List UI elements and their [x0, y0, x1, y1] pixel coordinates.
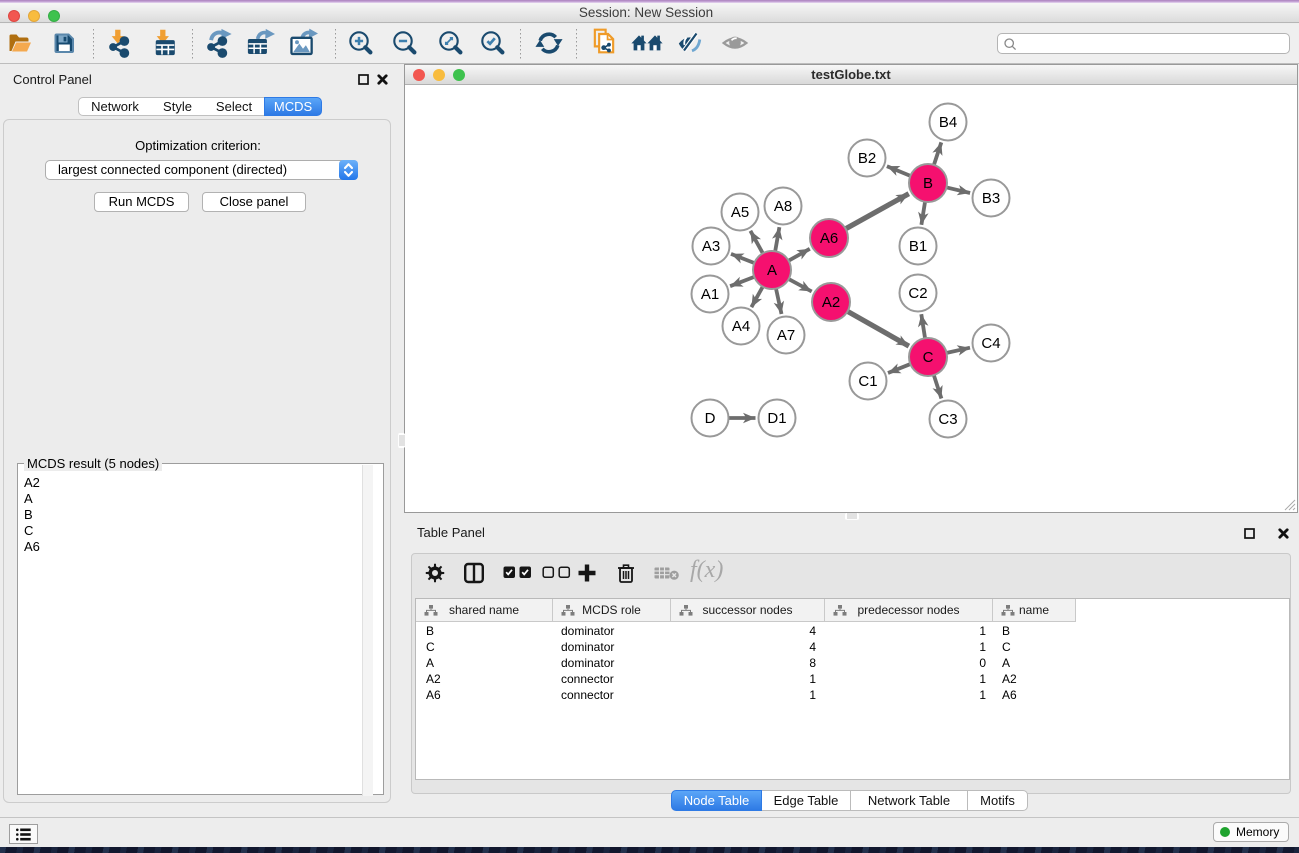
svg-text:D1: D1 — [767, 410, 786, 427]
svg-text:D: D — [705, 410, 716, 427]
svg-text:C1: C1 — [858, 373, 877, 390]
svg-text:C2: C2 — [908, 285, 927, 302]
svg-text:B1: B1 — [909, 238, 927, 255]
svg-text:A1: A1 — [701, 286, 719, 303]
svg-text:A: A — [767, 262, 777, 279]
svg-text:B: B — [923, 175, 933, 192]
svg-text:A4: A4 — [732, 318, 750, 335]
svg-text:C3: C3 — [938, 411, 957, 428]
svg-text:A3: A3 — [702, 238, 720, 255]
svg-text:A7: A7 — [777, 327, 795, 344]
svg-text:B4: B4 — [939, 114, 957, 131]
svg-text:B3: B3 — [982, 190, 1000, 207]
svg-text:B2: B2 — [858, 150, 876, 167]
svg-text:A8: A8 — [774, 198, 792, 215]
svg-text:A2: A2 — [822, 294, 840, 311]
svg-text:C4: C4 — [981, 335, 1000, 352]
svg-text:A6: A6 — [820, 230, 838, 247]
svg-text:A5: A5 — [731, 204, 749, 221]
svg-text:C: C — [923, 349, 934, 366]
